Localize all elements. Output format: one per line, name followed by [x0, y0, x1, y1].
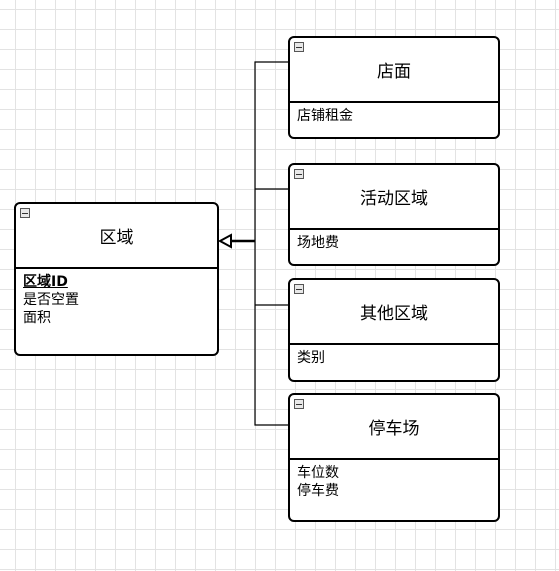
entity-parking-attributes: 车位数 停车费: [290, 460, 498, 504]
inheritance-arrowhead: [217, 233, 232, 249]
attribute-primary-key: 区域ID: [23, 274, 68, 290]
attribute: 停车费: [297, 483, 339, 499]
entity-store-title: 店面: [377, 62, 411, 82]
connector-line: [254, 61, 290, 426]
entity-parking-header: 停车场: [290, 395, 498, 460]
collapse-icon[interactable]: [294, 284, 304, 294]
entity-parking[interactable]: 停车场 车位数 停车费: [288, 393, 500, 522]
attribute: 店铺租金: [297, 108, 353, 124]
collapse-icon[interactable]: [294, 169, 304, 179]
attribute: 场地费: [297, 235, 339, 251]
attribute: 面积: [23, 310, 51, 326]
entity-activity-area-header: 活动区域: [290, 165, 498, 230]
collapse-icon[interactable]: [294, 42, 304, 52]
entity-activity-area-attributes: 场地费: [290, 230, 498, 256]
entity-other-area-attributes: 类别: [290, 345, 498, 371]
entity-store[interactable]: 店面 店铺租金: [288, 36, 500, 139]
entity-other-area-title: 其他区域: [360, 304, 428, 324]
entity-area-attributes: 区域ID 是否空置 面积: [16, 269, 217, 331]
entity-other-area-header: 其他区域: [290, 280, 498, 345]
entity-area[interactable]: 区域 区域ID 是否空置 面积: [14, 202, 219, 356]
entity-parking-title: 停车场: [368, 419, 420, 439]
entity-other-area[interactable]: 其他区域 类别: [288, 278, 500, 382]
attribute: 类别: [297, 350, 325, 366]
collapse-icon[interactable]: [294, 399, 304, 409]
attribute: 是否空置: [23, 292, 79, 308]
entity-store-header: 店面: [290, 38, 498, 103]
entity-area-title: 区域: [99, 228, 134, 248]
entity-store-attributes: 店铺租金: [290, 103, 498, 129]
entity-area-header: 区域: [16, 204, 217, 269]
collapse-icon[interactable]: [20, 208, 30, 218]
entity-activity-area-title: 活动区域: [360, 189, 428, 209]
attribute: 车位数: [297, 465, 339, 481]
entity-activity-area[interactable]: 活动区域 场地费: [288, 163, 500, 266]
